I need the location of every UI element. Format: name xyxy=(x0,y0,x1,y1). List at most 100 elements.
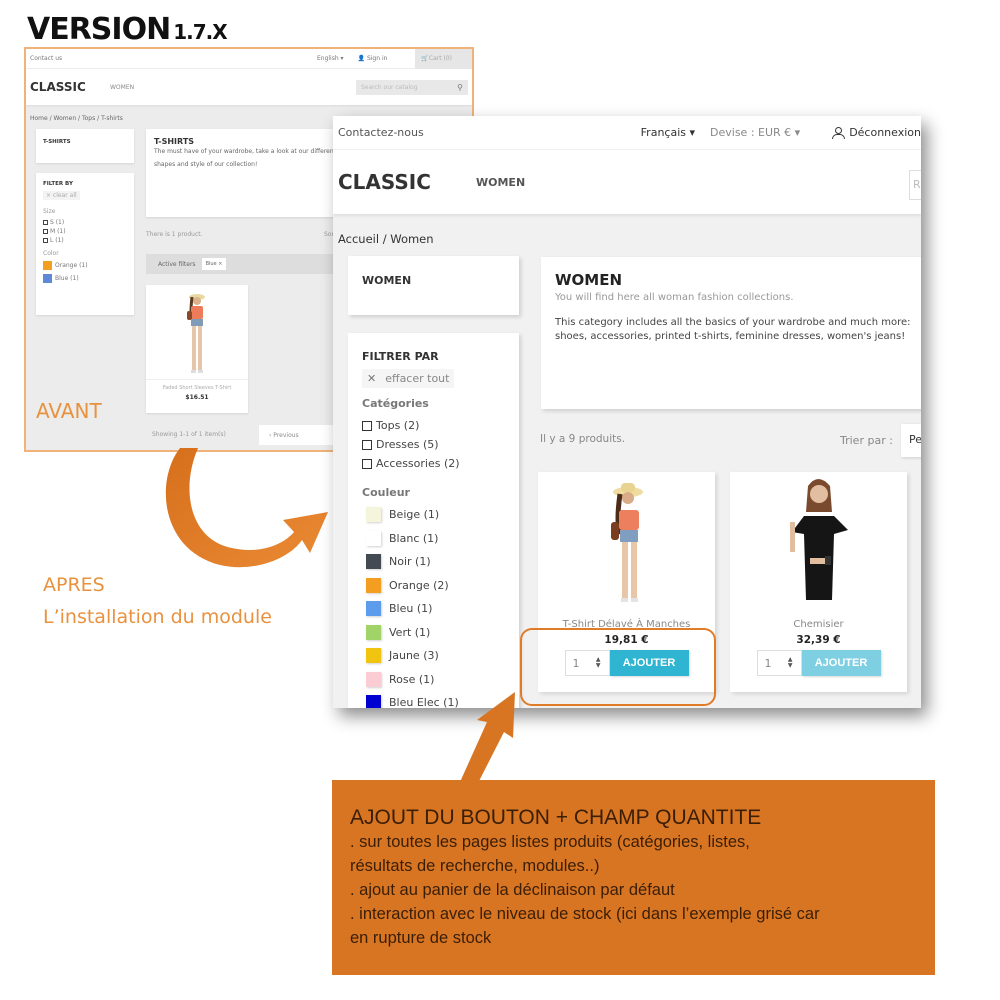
product-image[interactable] xyxy=(538,472,715,612)
checkbox[interactable] xyxy=(362,439,372,450)
after-color-option[interactable]: Vert (1) xyxy=(362,621,505,645)
checkbox[interactable] xyxy=(362,458,372,469)
before-search-input[interactable]: Search our catalog ⚲ xyxy=(356,79,468,95)
search-icon[interactable]: ⚲ xyxy=(457,83,463,92)
after-color-name: Vert (1) xyxy=(389,625,431,639)
before-nav-women[interactable]: WOMEN xyxy=(110,84,134,91)
after-search-input[interactable]: R xyxy=(909,170,921,200)
color-swatch[interactable] xyxy=(366,648,381,664)
after-color-option[interactable]: Bleu (1) xyxy=(362,597,505,621)
callout-line: . sur toutes les pages listes produits (… xyxy=(350,833,750,851)
product-card[interactable]: Chemisier 32,39 € 1 ▲ ▼ AJOUTER xyxy=(730,472,907,692)
before-cart-link[interactable]: 🛒 Cart (0) xyxy=(415,49,472,69)
after-color-option[interactable]: Jaune (3) xyxy=(362,644,505,668)
before-cart-label: Cart (0) xyxy=(428,55,452,62)
before-size-label: Size xyxy=(43,208,56,215)
before-clear-all[interactable]: × clear all xyxy=(43,191,80,200)
before-product-card[interactable]: Faded Short Sleeves T-Shirt $16.51 xyxy=(146,285,248,413)
before-sidebar-category[interactable]: T-SHIRTS xyxy=(36,129,134,163)
apres-line1: APRES xyxy=(43,574,105,596)
before-logo[interactable]: CLASSIC xyxy=(30,80,110,94)
color-swatch[interactable] xyxy=(366,577,381,593)
checkbox[interactable] xyxy=(43,229,48,234)
before-color-option[interactable]: Blue (1) xyxy=(43,274,127,283)
after-sort-label: Trier par : xyxy=(840,434,893,447)
after-color-name: Noir (1) xyxy=(389,555,431,569)
after-category-subtitle: You will find here all woman fashion col… xyxy=(555,292,794,303)
before-size-option[interactable]: L (1) xyxy=(43,237,127,244)
product-image[interactable] xyxy=(730,472,907,612)
before-color-option[interactable]: Orange (1) xyxy=(43,261,127,270)
after-color-option[interactable]: Rose (1) xyxy=(362,668,505,692)
before-size-option[interactable]: M (1) xyxy=(43,228,127,235)
after-color-option[interactable]: Noir (1) xyxy=(362,550,505,574)
after-color-name: Blanc (1) xyxy=(389,531,439,545)
after-category-label: Tops (2) xyxy=(376,419,420,432)
after-sidebar-category[interactable]: WOMEN xyxy=(348,256,519,315)
color-swatch[interactable] xyxy=(366,624,381,640)
product-name[interactable]: Chemisier xyxy=(730,619,907,630)
highlight-frame xyxy=(520,628,716,706)
after-clear-all-label: effacer tout xyxy=(385,372,450,385)
after-category-label: Dresses (5) xyxy=(376,438,439,451)
after-color-option[interactable]: Blanc (1) xyxy=(362,527,505,551)
before-active-filters-label: Active filters xyxy=(158,260,196,268)
callout-box: AJOUT DU BOUTON + CHAMP QUANTITE . sur t… xyxy=(332,780,935,975)
after-color-option[interactable]: Beige (1) xyxy=(362,503,505,527)
callout-line: en rupture de stock xyxy=(350,929,492,947)
after-breadcrumb[interactable]: Accueil / Women xyxy=(338,232,434,246)
checkbox[interactable] xyxy=(43,238,48,243)
after-color-name: Beige (1) xyxy=(389,508,440,522)
before-filter-panel: FILTER BY × clear all Size S (1) M (1) L… xyxy=(36,173,134,315)
after-sort-select[interactable]: Pe xyxy=(901,424,921,457)
product-image[interactable] xyxy=(146,285,248,380)
checkbox[interactable] xyxy=(43,220,48,225)
before-search-placeholder: Search our catalog xyxy=(361,83,418,91)
stepper-arrows-icon[interactable]: ▲ ▼ xyxy=(788,657,793,669)
color-swatch[interactable] xyxy=(43,274,52,283)
before-filter-title: FILTER BY xyxy=(43,181,73,187)
color-swatch[interactable] xyxy=(366,601,381,617)
after-color-option[interactable]: Orange (2) xyxy=(362,574,505,598)
after-category-title: WOMEN xyxy=(555,271,623,289)
quantity-stepper[interactable]: 1 ▲ ▼ xyxy=(756,650,802,676)
before-size-label-m: M (1) xyxy=(50,228,66,235)
user-icon xyxy=(832,127,846,139)
before-product-name[interactable]: Faded Short Sleeves T-Shirt xyxy=(146,385,248,391)
after-color-name: Bleu Elec (1) xyxy=(389,696,459,708)
after-logout-link[interactable]: Déconnexion xyxy=(832,126,921,139)
before-size-option[interactable]: S (1) xyxy=(43,219,127,226)
before-topbar: Contact us English ▾ 👤 Sign in 🛒 Cart (0… xyxy=(26,49,472,69)
after-nav-women[interactable]: WOMEN xyxy=(476,176,525,189)
avant-caption: AVANT xyxy=(36,399,102,423)
callout-line: . interaction avec le niveau de stock (i… xyxy=(350,905,820,923)
color-swatch[interactable] xyxy=(366,554,381,570)
after-language-select[interactable]: Français ▾ xyxy=(641,126,695,139)
apres-caption: APRES L’installation du module xyxy=(43,569,272,633)
after-logo[interactable]: CLASSIC xyxy=(338,170,476,194)
callout-title: AJOUT DU BOUTON + CHAMP QUANTITE xyxy=(350,806,762,829)
after-category-description: WOMEN You will find here all woman fashi… xyxy=(541,257,921,409)
after-color-list: Beige (1) Blanc (1) Noir (1) Orange (2) Bleu… xyxy=(362,503,505,708)
after-contact-link[interactable]: Contactez-nous xyxy=(338,126,424,139)
color-swatch[interactable] xyxy=(366,695,381,708)
after-topbar: Contactez-nous Français ▾ Devise : EUR €… xyxy=(333,116,921,150)
after-category-option[interactable]: Tops (2) xyxy=(362,419,505,432)
color-swatch[interactable] xyxy=(366,507,381,523)
before-signin-link[interactable]: 👤 Sign in xyxy=(358,55,402,62)
after-currency-select[interactable]: Devise : EUR € ▾ xyxy=(710,126,800,139)
after-category-option[interactable]: Dresses (5) xyxy=(362,438,505,451)
add-to-cart-button-disabled[interactable]: AJOUTER xyxy=(801,650,881,676)
color-swatch[interactable] xyxy=(366,530,381,546)
before-contact-link[interactable]: Contact us xyxy=(30,55,62,62)
callout-line: résultats de recherche, modules..) xyxy=(350,857,600,875)
checkbox[interactable] xyxy=(362,420,372,431)
after-category-option[interactable]: Accessories (2) xyxy=(362,457,505,470)
before-active-filter-chip[interactable]: Blue × xyxy=(201,258,227,270)
after-clear-all-button[interactable]: ✕ effacer tout xyxy=(362,369,455,388)
before-pagination-summary: Showing 1-1 of 1 item(s) xyxy=(152,431,226,438)
color-swatch[interactable] xyxy=(366,671,381,687)
color-swatch[interactable] xyxy=(43,261,52,270)
before-language-select[interactable]: English ▾ xyxy=(317,55,344,62)
after-product-count: Il y a 9 produits. xyxy=(540,433,626,445)
